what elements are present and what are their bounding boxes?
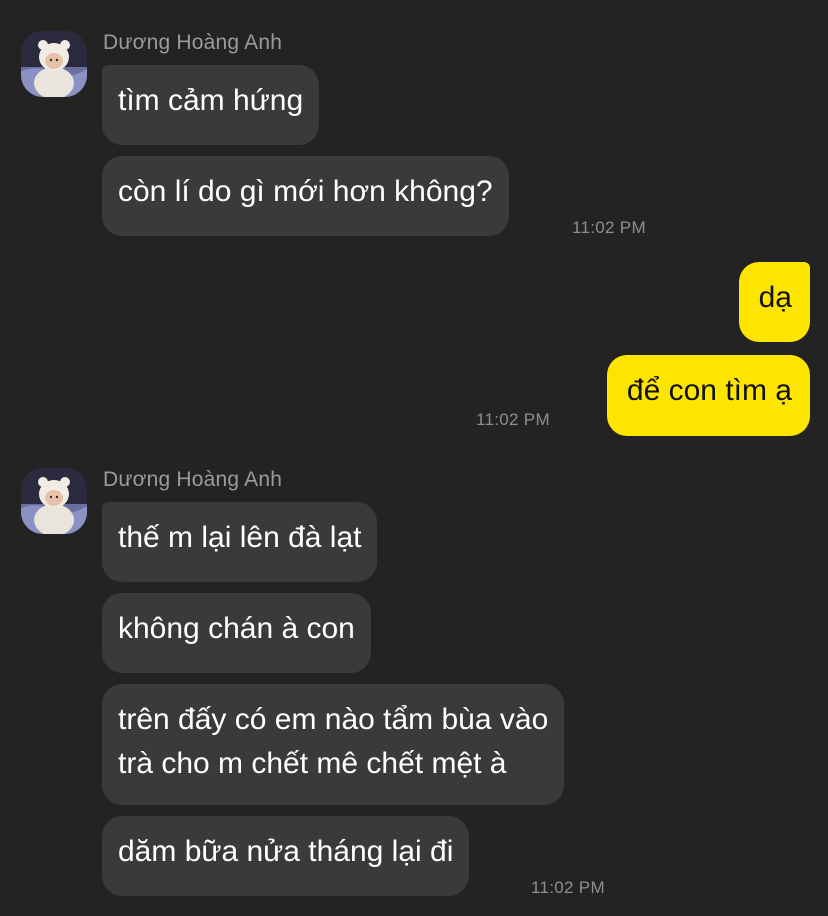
message-bubble[interactable]: thế m lại lên đà lạt [102,502,378,582]
message-bubble[interactable]: không chán à con [102,593,371,673]
message-text: tìm cảm hứng [118,84,304,117]
avatar-baby-photo-icon [21,31,87,97]
message-bubble[interactable]: dăm bữa nửa tháng lại đi [102,816,470,896]
message-text: dăm bữa nửa tháng lại đi [118,835,454,868]
avatar-baby-photo-icon [21,468,87,534]
message-bubble-outgoing[interactable]: để con tìm ạ [606,355,810,436]
message-timestamp: 11:02 PM [531,878,605,897]
message-bubble[interactable]: còn lí do gì mới hơn không? [102,156,509,236]
message-timestamp: 11:02 PM [476,410,550,429]
message-bubble-outgoing[interactable]: dạ [738,262,810,342]
avatar[interactable] [21,468,87,534]
message-text-line: trên đấy có em nào tẩm bùa vào [118,703,549,736]
message-bubble[interactable]: tìm cảm hứng [102,65,320,145]
message-bubble[interactable]: trên đấy có em nào tẩm bùa vào trà cho m… [102,684,565,805]
message-timestamp: 11:02 PM [572,218,646,237]
message-text: còn lí do gì mới hơn không? [118,175,493,208]
sender-name: Dương Hoàng Anh [103,468,283,491]
avatar[interactable] [21,31,87,97]
message-text: thế m lại lên đà lạt [118,521,362,554]
message-text: để con tìm ạ [626,374,792,407]
message-text: dạ [758,281,792,314]
message-text: không chán à con [118,612,355,645]
message-text-line: trà cho m chết mê chết mệt à [118,747,507,780]
sender-name: Dương Hoàng Anh [103,31,283,54]
